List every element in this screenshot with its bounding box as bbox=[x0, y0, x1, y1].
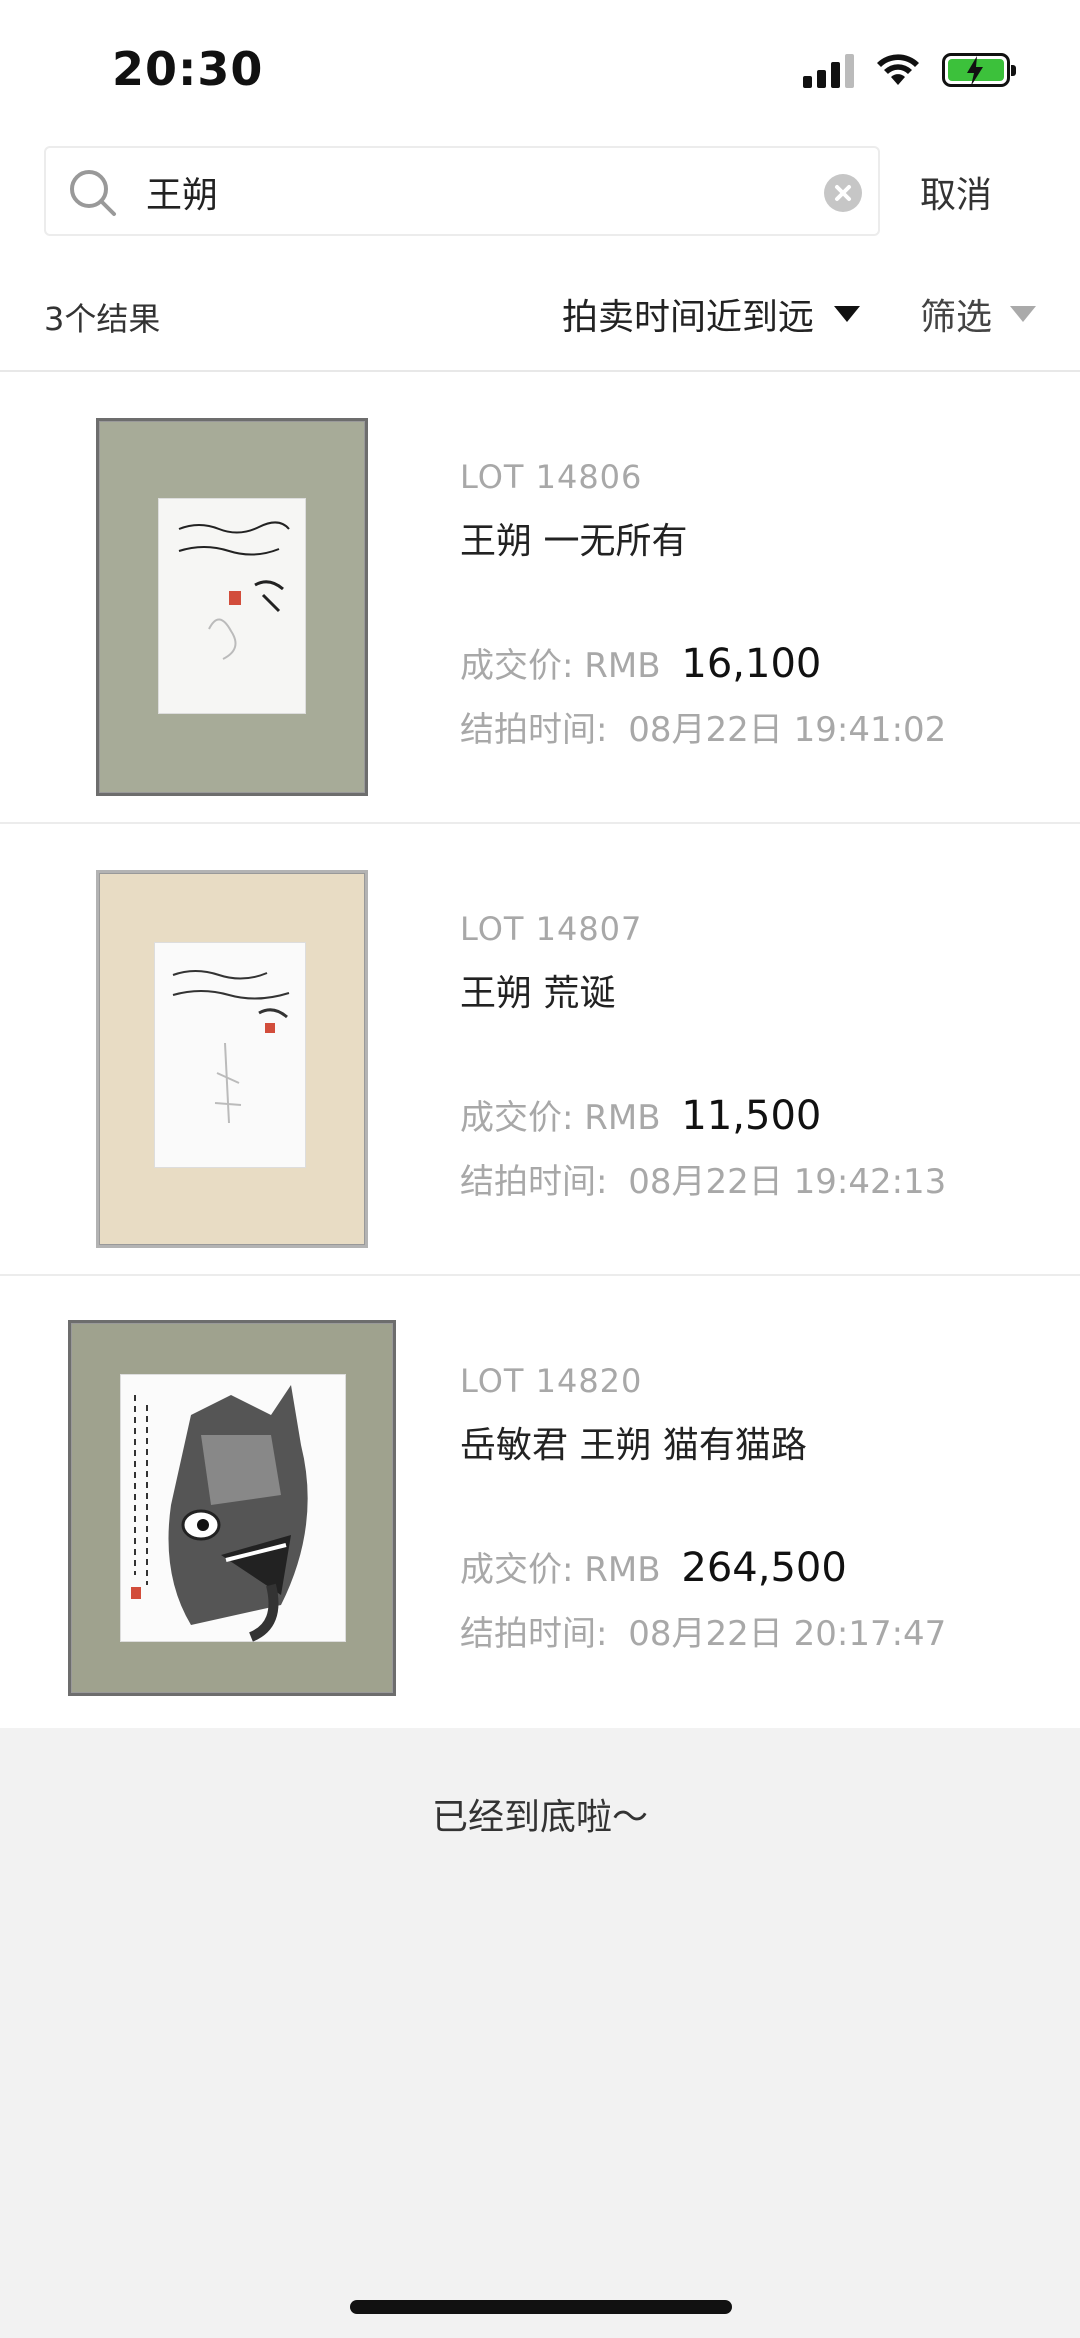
wifi-icon bbox=[877, 54, 919, 85]
end-time-row: 结拍时间: 08月22日 20:17:47 bbox=[460, 1606, 946, 1655]
price-amount: 264,500 bbox=[681, 1545, 847, 1591]
price-amount: 16,100 bbox=[681, 641, 822, 687]
artwork-title: 岳敏君 王朔 猫有猫路 bbox=[460, 1425, 807, 1466]
clear-search-icon[interactable] bbox=[824, 174, 862, 212]
price-label: 成交价: bbox=[460, 1098, 574, 1138]
lot-number: LOT 14807 bbox=[460, 910, 643, 948]
price-amount: 11,500 bbox=[681, 1093, 822, 1139]
price-label: 成交价: bbox=[460, 1550, 574, 1590]
caret-down-icon bbox=[834, 306, 861, 322]
end-time-row: 结拍时间: 08月22日 19:41:02 bbox=[460, 702, 946, 751]
currency: RMB bbox=[584, 646, 661, 686]
end-time-value: 08月22日 19:42:13 bbox=[628, 1162, 947, 1202]
filter-label: 筛选 bbox=[920, 297, 993, 338]
result-item[interactable]: LOT 14806 王朔 一无所有 成交价: RMB 16,100 结拍时间: … bbox=[0, 372, 1080, 824]
caret-down-icon bbox=[1010, 306, 1037, 322]
filter-bar: 3个结果 拍卖时间近到远 筛选 bbox=[0, 260, 1080, 372]
filter-dropdown[interactable]: 筛选 bbox=[920, 288, 1037, 340]
end-time-label: 结拍时间: bbox=[460, 1162, 608, 1202]
end-time-label: 结拍时间: bbox=[460, 710, 608, 750]
currency: RMB bbox=[584, 1550, 661, 1590]
battery-icon bbox=[942, 53, 1016, 87]
lot-number: LOT 14806 bbox=[460, 458, 643, 496]
end-time-value: 08月22日 19:41:02 bbox=[628, 710, 947, 750]
home-indicator[interactable] bbox=[350, 2300, 732, 2314]
price-label: 成交价: bbox=[460, 646, 574, 686]
search-input[interactable] bbox=[146, 162, 746, 222]
artwork-thumbnail[interactable] bbox=[96, 418, 368, 796]
artwork-title: 王朔 一无所有 bbox=[460, 521, 688, 562]
result-item[interactable]: LOT 14807 王朔 荒诞 成交价: RMB 11,500 结拍时间: 08… bbox=[0, 824, 1080, 1276]
status-icons bbox=[803, 52, 1016, 88]
end-of-list-message: 已经到底啦～ bbox=[431, 1797, 648, 1838]
result-list: LOT 14806 王朔 一无所有 成交价: RMB 16,100 结拍时间: … bbox=[0, 372, 1080, 1728]
status-time: 20:30 bbox=[112, 42, 264, 96]
result-item[interactable]: LOT 14820 岳敏君 王朔 猫有猫路 成交价: RMB 264,500 结… bbox=[0, 1276, 1080, 1728]
end-time-row: 结拍时间: 08月22日 19:42:13 bbox=[460, 1154, 946, 1203]
result-count: 3个结果 bbox=[44, 300, 161, 338]
price-row: 成交价: RMB 11,500 bbox=[460, 1090, 821, 1139]
artwork-title: 王朔 荒诞 bbox=[460, 973, 616, 1014]
screen: 20:30 王朔 取消 3个结果 拍卖时间近到远 筛选 LOT 14806 王朔… bbox=[0, 0, 1080, 2338]
search-box[interactable] bbox=[44, 146, 880, 236]
status-bar: 20:30 bbox=[0, 0, 1080, 140]
end-time-value: 08月22日 20:17:47 bbox=[628, 1614, 947, 1654]
lot-number: LOT 14820 bbox=[460, 1362, 643, 1400]
search-row: 取消 bbox=[0, 140, 1080, 260]
artwork-thumbnail[interactable] bbox=[96, 870, 368, 1248]
sort-dropdown[interactable]: 拍卖时间近到远 bbox=[562, 288, 861, 340]
end-time-label: 结拍时间: bbox=[460, 1614, 608, 1654]
cancel-button[interactable]: 取消 bbox=[920, 166, 992, 218]
price-row: 成交价: RMB 264,500 bbox=[460, 1542, 847, 1591]
price-row: 成交价: RMB 16,100 bbox=[460, 638, 821, 687]
search-icon bbox=[70, 170, 116, 216]
sort-label: 拍卖时间近到远 bbox=[562, 297, 815, 338]
artwork-thumbnail[interactable] bbox=[68, 1320, 396, 1696]
currency: RMB bbox=[584, 1098, 661, 1138]
cellular-signal-icon bbox=[803, 52, 854, 88]
